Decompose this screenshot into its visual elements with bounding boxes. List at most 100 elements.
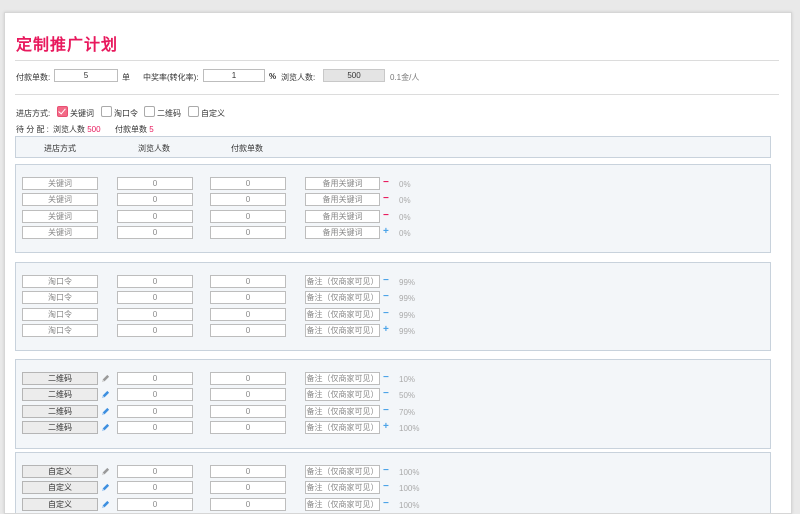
remove-row-icon[interactable]: − (383, 482, 389, 492)
method-field-qrcode[interactable]: 二维码 (22, 421, 98, 434)
views-input[interactable]: 0 (117, 388, 193, 401)
method-field-keyword[interactable]: 关键词 (22, 193, 98, 206)
remove-row-icon[interactable]: − (383, 276, 389, 286)
checkbox-keyword[interactable] (57, 106, 68, 117)
edit-pencil-icon[interactable] (101, 500, 110, 509)
price-note: 0.1金/人 (390, 73, 420, 82)
orders-input[interactable]: 0 (210, 498, 286, 511)
checkbox-taokouling-label[interactable]: 淘口令 (114, 108, 138, 119)
orders-input[interactable]: 0 (210, 275, 286, 288)
remove-row-icon[interactable]: − (383, 178, 389, 188)
checkbox-custom[interactable] (188, 106, 199, 117)
rate-label: 中奖率(转化率): (143, 73, 199, 82)
remove-row-icon[interactable]: − (383, 194, 389, 204)
method-field-qrcode[interactable]: 二维码 (22, 372, 98, 385)
add-row-icon[interactable]: + (383, 422, 389, 432)
note-input[interactable]: 备注（仅商家可见） (305, 308, 380, 321)
method-field-taokouling[interactable]: 淘口令 (22, 291, 98, 304)
orders-input[interactable]: 0 (210, 372, 286, 385)
note-input[interactable]: 备注（仅商家可见） (305, 481, 380, 494)
orders-input[interactable]: 0 (210, 421, 286, 434)
note-input[interactable]: 备注（仅商家可见） (305, 465, 380, 478)
add-row-icon[interactable]: + (383, 325, 389, 335)
plan-card: 定制推广计划 付款单数: 5 单 中奖率(转化率): 1 % 浏览人数: 500… (4, 12, 792, 514)
edit-pencil-icon[interactable] (101, 374, 110, 383)
note-input[interactable]: 备注（仅商家可见） (305, 324, 380, 337)
percent-label: 99% (399, 311, 416, 320)
method-field-taokouling[interactable]: 淘口令 (22, 275, 98, 288)
orders-input[interactable]: 0 (210, 388, 286, 401)
method-field-qrcode[interactable]: 二维码 (22, 405, 98, 418)
edit-pencil-icon[interactable] (101, 483, 110, 492)
orders-input[interactable]: 0 (210, 291, 286, 304)
views-input[interactable]: 0 (117, 291, 193, 304)
views-input[interactable]: 0 (117, 210, 193, 223)
order-count-input[interactable]: 5 (54, 69, 118, 82)
method-field-keyword[interactable]: 关键词 (22, 210, 98, 223)
views-input[interactable]: 0 (117, 308, 193, 321)
orders-input[interactable]: 0 (210, 308, 286, 321)
orders-input[interactable]: 0 (210, 324, 286, 337)
method-field-custom[interactable]: 自定义 (22, 465, 98, 478)
views-input[interactable]: 0 (117, 226, 193, 239)
note-input[interactable]: 备注（仅商家可见） (305, 388, 380, 401)
checkbox-custom-label[interactable]: 自定义 (201, 108, 225, 119)
pending-views-value: 500 (87, 125, 101, 134)
orders-input[interactable]: 0 (210, 226, 286, 239)
checkbox-qrcode-label[interactable]: 二维码 (157, 108, 181, 119)
views-input[interactable]: 0 (117, 405, 193, 418)
method-field-qrcode[interactable]: 二维码 (22, 388, 98, 401)
views-input[interactable]: 0 (117, 372, 193, 385)
edit-pencil-icon[interactable] (101, 467, 110, 476)
remove-row-icon[interactable]: − (383, 406, 389, 416)
note-input[interactable]: 备注（仅商家可见） (305, 498, 380, 511)
percent-label: 70% (399, 408, 416, 417)
note-input[interactable]: 备注（仅商家可见） (305, 421, 380, 434)
remove-row-icon[interactable]: − (383, 211, 389, 221)
edit-pencil-icon[interactable] (101, 407, 110, 416)
views-input[interactable]: 0 (117, 465, 193, 478)
method-field-taokouling[interactable]: 淘口令 (22, 324, 98, 337)
edit-pencil-icon[interactable] (101, 423, 110, 432)
checkbox-qrcode[interactable] (144, 106, 155, 117)
views-input[interactable]: 0 (117, 324, 193, 337)
views-input[interactable]: 0 (117, 498, 193, 511)
orders-input[interactable]: 0 (210, 210, 286, 223)
checkbox-taokouling[interactable] (101, 106, 112, 117)
views-input[interactable]: 0 (117, 421, 193, 434)
note-input[interactable]: 备注（仅商家可见） (305, 405, 380, 418)
views-input[interactable]: 0 (117, 177, 193, 190)
add-row-icon[interactable]: + (383, 227, 389, 237)
checkbox-keyword-label[interactable]: 关键词 (70, 108, 94, 119)
orders-input[interactable]: 0 (210, 481, 286, 494)
views-input[interactable]: 0 (117, 193, 193, 206)
note-input[interactable]: 备注（仅商家可见） (305, 275, 380, 288)
note-input[interactable]: 备注（仅商家可见） (305, 372, 380, 385)
method-field-custom[interactable]: 自定义 (22, 481, 98, 494)
orders-input[interactable]: 0 (210, 177, 286, 190)
rate-input[interactable]: 1 (203, 69, 265, 82)
orders-input[interactable]: 0 (210, 405, 286, 418)
remove-row-icon[interactable]: − (383, 373, 389, 383)
remove-row-icon[interactable]: − (383, 389, 389, 399)
note-input[interactable]: 备注（仅商家可见） (305, 291, 380, 304)
remove-row-icon[interactable]: − (383, 309, 389, 319)
remove-row-icon[interactable]: − (383, 499, 389, 509)
orders-input[interactable]: 0 (210, 193, 286, 206)
method-field-taokouling[interactable]: 淘口令 (22, 308, 98, 321)
method-field-custom[interactable]: 自定义 (22, 498, 98, 511)
note-input[interactable]: 备用关键词 (305, 177, 380, 190)
note-input[interactable]: 备用关键词 (305, 193, 380, 206)
method-field-keyword[interactable]: 关键词 (22, 177, 98, 190)
note-input[interactable]: 备用关键词 (305, 210, 380, 223)
views-input[interactable]: 0 (117, 481, 193, 494)
remove-row-icon[interactable]: − (383, 466, 389, 476)
views-input[interactable]: 0 (117, 275, 193, 288)
note-input[interactable]: 备用关键词 (305, 226, 380, 239)
remove-row-icon[interactable]: − (383, 292, 389, 302)
orders-input[interactable]: 0 (210, 465, 286, 478)
pending-views: 浏览人数 500 (53, 124, 101, 135)
method-field-keyword[interactable]: 关键词 (22, 226, 98, 239)
edit-pencil-icon[interactable] (101, 390, 110, 399)
col-method: 进店方式 (44, 144, 76, 153)
